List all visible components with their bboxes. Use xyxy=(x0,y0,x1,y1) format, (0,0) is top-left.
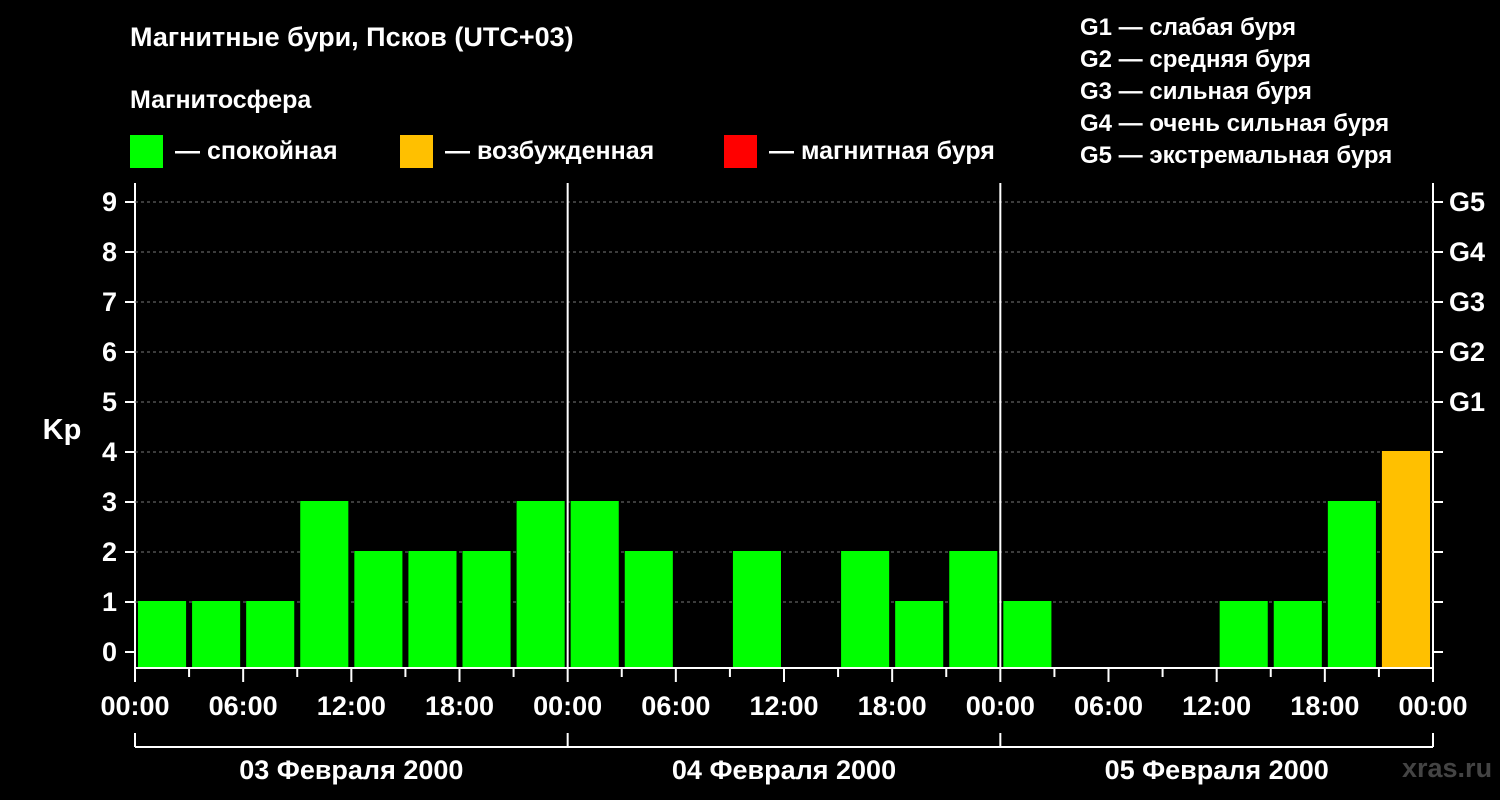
y-tick-label: 5 xyxy=(102,387,117,417)
kp-bar xyxy=(192,601,241,668)
kp-bar xyxy=(246,601,295,668)
y-tick-label: 7 xyxy=(102,287,117,317)
y-tick-label: 3 xyxy=(102,487,117,517)
x-tick-label: 18:00 xyxy=(1290,691,1359,721)
x-tick-label: 06:00 xyxy=(1074,691,1143,721)
y-tick-label: 4 xyxy=(102,437,117,467)
g-tick-label: G1 xyxy=(1449,387,1485,417)
kp-bar-chart: 0 1 2 3 4 5 6 7 8 9 G1 G2 G3 G4 G5 Kp 00:00 06:00 12:00 18:… xyxy=(43,183,1485,785)
x-tick-label: 00:00 xyxy=(966,691,1035,721)
kp-bar xyxy=(1381,451,1430,668)
kp-bar xyxy=(949,551,998,668)
kp-bar xyxy=(1219,601,1268,668)
day-label: 03 Февраля 2000 xyxy=(239,755,463,785)
kp-bar xyxy=(895,601,944,668)
day-label: 04 Февраля 2000 xyxy=(672,755,896,785)
kp-bar xyxy=(1327,501,1376,668)
x-tick-label: 18:00 xyxy=(425,691,494,721)
kp-bar xyxy=(462,551,511,668)
day-label: 05 Февраля 2000 xyxy=(1105,755,1329,785)
kp-bar xyxy=(1273,601,1322,668)
y-tick-label: 2 xyxy=(102,537,117,567)
y-tick-label: 1 xyxy=(102,587,117,617)
watermark: xras.ru xyxy=(1402,753,1493,783)
g-tick-label: G2 xyxy=(1449,337,1485,367)
kp-bar xyxy=(408,551,457,668)
x-tick-label: 00:00 xyxy=(1398,691,1467,721)
g-tick-label: G3 xyxy=(1449,287,1485,317)
x-tick-label: 06:00 xyxy=(641,691,710,721)
kp-bar xyxy=(300,501,349,668)
x-tick-label: 00:00 xyxy=(533,691,602,721)
kp-bar xyxy=(1003,601,1052,668)
y-axis-label: Kp xyxy=(43,414,82,446)
x-tick-label: 00:00 xyxy=(100,691,169,721)
x-tick-label: 12:00 xyxy=(317,691,386,721)
g-tick-label: G5 xyxy=(1449,187,1485,217)
y-tick-label: 0 xyxy=(102,637,117,667)
kp-bar xyxy=(570,501,619,668)
kp-bar xyxy=(732,551,781,668)
kp-bar xyxy=(138,601,187,668)
x-tick-label: 12:00 xyxy=(749,691,818,721)
x-tick-label: 12:00 xyxy=(1182,691,1251,721)
x-tick-label: 06:00 xyxy=(209,691,278,721)
y-tick-label: 9 xyxy=(102,187,117,217)
g-tick-label: G4 xyxy=(1449,237,1485,267)
y-tick-label: 6 xyxy=(102,337,117,367)
kp-bar xyxy=(354,551,403,668)
y-tick-label: 8 xyxy=(102,237,117,267)
x-tick-label: 18:00 xyxy=(858,691,927,721)
kp-bar xyxy=(624,551,673,668)
kp-bar xyxy=(841,551,890,668)
kp-bar xyxy=(516,501,565,668)
